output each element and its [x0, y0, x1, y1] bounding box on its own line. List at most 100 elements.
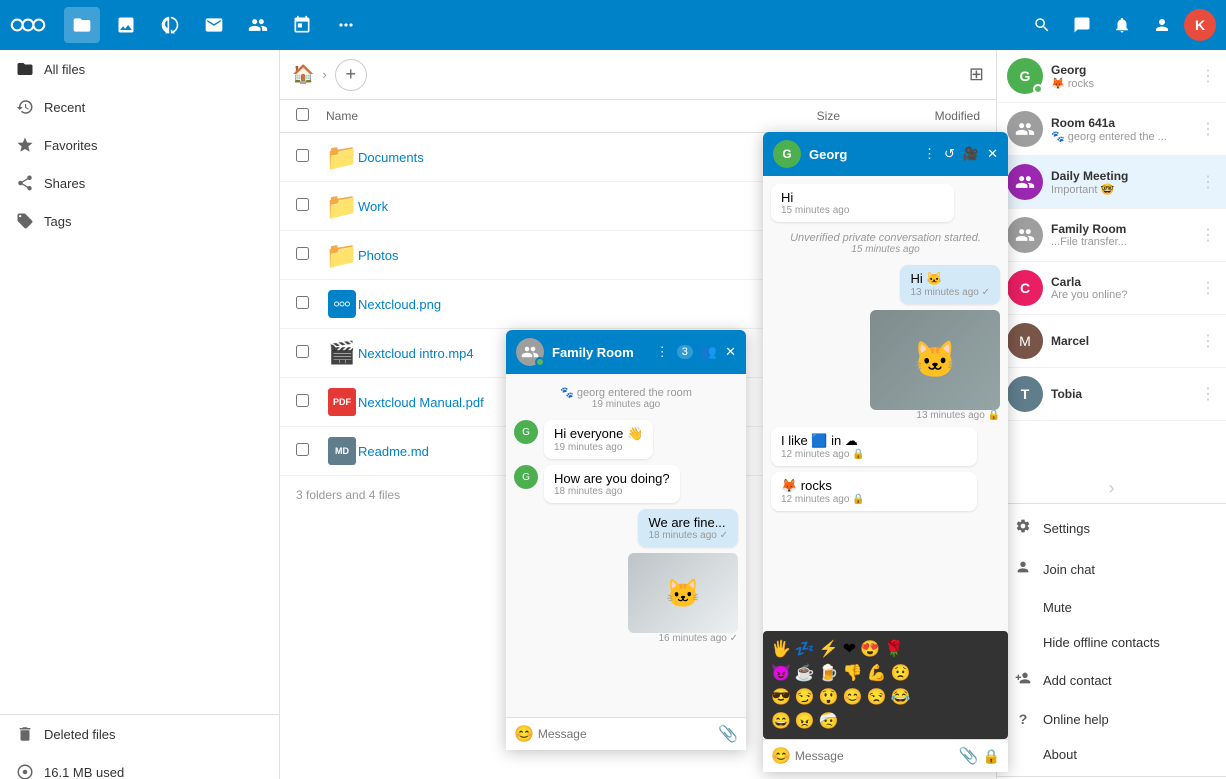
chat-close-button[interactable]: ✕: [987, 146, 998, 162]
contact-item-daily-meeting[interactable]: Daily Meeting Important 🤓 ⋮: [997, 156, 1226, 209]
row-checkbox[interactable]: [296, 198, 309, 211]
contact-item-family-room[interactable]: Family Room ...File transfer... ⋮: [997, 209, 1226, 262]
contact-more-button[interactable]: ⋮: [1200, 384, 1216, 404]
menu-item-add-contact[interactable]: Add contact: [997, 660, 1226, 701]
mail-nav-icon[interactable]: [196, 7, 232, 43]
breadcrumb-home[interactable]: 🏠: [292, 64, 314, 85]
emoji[interactable]: 👎: [843, 663, 863, 683]
chat-video-button[interactable]: 🎥: [963, 146, 979, 162]
contact-more-button[interactable]: ⋮: [1200, 225, 1216, 245]
menu-item-online-help[interactable]: ? Online help: [997, 701, 1226, 737]
row-checkbox[interactable]: [296, 345, 309, 358]
family-members-button[interactable]: 👥: [701, 344, 717, 360]
row-checkbox[interactable]: [296, 247, 309, 260]
message-input-family[interactable]: [538, 727, 714, 741]
notifications-button[interactable]: [1104, 7, 1140, 43]
attachment-button[interactable]: 📎: [959, 746, 979, 766]
emoji[interactable]: 😠: [795, 711, 815, 731]
folder-icon: 📁: [326, 141, 358, 173]
select-all-checkbox[interactable]: [296, 108, 309, 121]
sidebar-item-storage: 16.1 MB used: [0, 753, 279, 779]
contact-more-button[interactable]: ⋮: [1200, 66, 1216, 86]
contact-more-button[interactable]: ⋮: [1200, 278, 1216, 298]
size-column-header[interactable]: Size: [740, 109, 840, 123]
more-nav-icon[interactable]: [328, 7, 364, 43]
emoji[interactable]: ⚡: [819, 639, 839, 659]
row-checkbox[interactable]: [296, 149, 309, 162]
sidebar-item-label: All files: [44, 62, 85, 77]
row-checkbox[interactable]: [296, 443, 309, 456]
app-logo[interactable]: [10, 13, 46, 37]
panel-collapse-button[interactable]: ›: [1109, 478, 1115, 499]
menu-item-about[interactable]: About: [997, 737, 1226, 772]
emoji[interactable]: 😎: [771, 687, 791, 707]
emoji[interactable]: 😟: [891, 663, 911, 683]
emoji[interactable]: 😒: [867, 687, 887, 707]
chat-back-button[interactable]: ↺: [944, 146, 955, 162]
video-icon: 🎬: [326, 337, 358, 369]
contact-more-button[interactable]: ⋮: [1200, 119, 1216, 139]
modified-column-header[interactable]: Modified: [840, 109, 980, 123]
contact-item-carla[interactable]: C Carla Are you online? ⋮: [997, 262, 1226, 315]
sidebar-item-shares[interactable]: Shares: [0, 164, 279, 202]
message-input-georg[interactable]: [795, 749, 955, 763]
contacts-nav-icon[interactable]: [240, 7, 276, 43]
emoji[interactable]: 😍: [860, 639, 880, 659]
menu-item-label: Add contact: [1043, 673, 1112, 688]
sidebar-item-favorites[interactable]: Favorites: [0, 126, 279, 164]
select-all-checkbox-container[interactable]: [296, 108, 326, 124]
files-nav-icon[interactable]: [64, 7, 100, 43]
emoji[interactable]: 😄: [771, 711, 791, 731]
sidebar-item-deleted[interactable]: Deleted files: [0, 715, 279, 753]
view-toggle-button[interactable]: ⊞: [969, 64, 984, 85]
search-button[interactable]: [1024, 7, 1060, 43]
lock-button[interactable]: 🔒: [983, 748, 1000, 765]
menu-item-label: Mute: [1043, 600, 1072, 615]
photos-nav-icon[interactable]: [108, 7, 144, 43]
menu-item-join-chat[interactable]: Join chat: [997, 549, 1226, 590]
emoji[interactable]: 😂: [891, 687, 911, 707]
contact-more-button[interactable]: ⋮: [1200, 331, 1216, 351]
menu-item-hide-offline[interactable]: Hide offline contacts: [997, 625, 1226, 660]
emoji[interactable]: 😈: [771, 663, 791, 683]
calendar-nav-icon[interactable]: [284, 7, 320, 43]
chat-options-button[interactable]: ⋮: [923, 146, 936, 162]
row-checkbox[interactable]: [296, 296, 309, 309]
user-avatar[interactable]: K: [1184, 9, 1216, 41]
family-close-button[interactable]: ✕: [725, 344, 736, 360]
emoji[interactable]: 💤: [795, 639, 815, 659]
activity-nav-icon[interactable]: [152, 7, 188, 43]
family-options-button[interactable]: ⋮: [656, 344, 669, 360]
emoji-button-family[interactable]: 😊: [514, 724, 534, 744]
sidebar-item-all-files[interactable]: All files: [0, 50, 279, 88]
name-column-header[interactable]: Name: [326, 109, 740, 123]
emoji[interactable]: 💪: [867, 663, 887, 683]
contact-status: Are you online?: [1051, 289, 1192, 301]
emoji-button[interactable]: 😊: [771, 746, 791, 766]
contact-more-button[interactable]: ⋮: [1200, 172, 1216, 192]
row-checkbox[interactable]: [296, 394, 309, 407]
talk-button[interactable]: [1064, 7, 1100, 43]
menu-item-settings[interactable]: Settings: [997, 508, 1226, 549]
emoji[interactable]: ❤: [843, 639, 856, 659]
sidebar-item-tags[interactable]: Tags: [0, 202, 279, 240]
contact-item-marcel[interactable]: Marcel ⋮: [997, 315, 1226, 368]
user-status-button[interactable]: [1144, 7, 1180, 43]
emoji[interactable]: 😏: [795, 687, 815, 707]
emoji[interactable]: ☕: [795, 663, 815, 683]
emoji[interactable]: 🌹: [884, 639, 904, 659]
contact-name: Tobia: [1051, 387, 1192, 401]
add-button[interactable]: +: [335, 59, 367, 91]
contact-item-georg[interactable]: G Georg 🦊 rocks ⋮: [997, 50, 1226, 103]
emoji[interactable]: 😲: [819, 687, 839, 707]
attachment-button-family[interactable]: 📎: [718, 724, 738, 744]
contact-item-room641a[interactable]: Room 641a 🐾 georg entered the ... ⋮: [997, 103, 1226, 156]
emoji[interactable]: 🍺: [819, 663, 839, 683]
topnav-right: K: [1024, 7, 1216, 43]
menu-item-mute[interactable]: Mute: [997, 590, 1226, 625]
contact-item-tobia[interactable]: T Tobia ⋮: [997, 368, 1226, 421]
emoji[interactable]: 🖐: [771, 639, 791, 659]
sidebar-item-recent[interactable]: Recent: [0, 88, 279, 126]
emoji[interactable]: 😊: [843, 687, 863, 707]
emoji[interactable]: 🤕: [819, 711, 839, 731]
